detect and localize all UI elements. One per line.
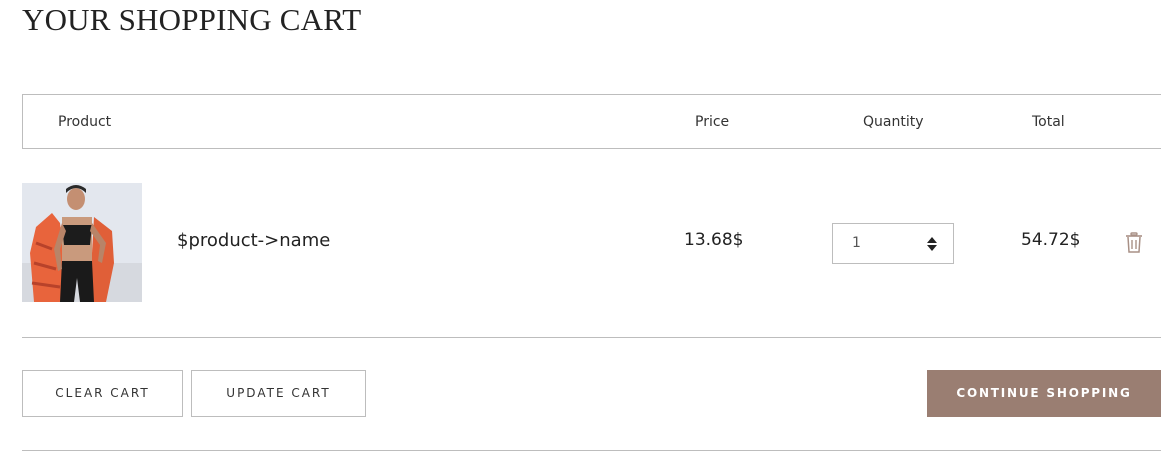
quantity-arrows[interactable] (926, 236, 938, 252)
row-total: 54.72$ (1021, 230, 1081, 250)
page-title: YOUR SHOPPING CART (22, 2, 362, 37)
update-cart-button[interactable]: UPDATE CART (191, 370, 366, 417)
trash-icon[interactable] (1125, 232, 1143, 254)
clear-cart-button[interactable]: CLEAR CART (22, 370, 183, 417)
table-header: Product Price Quantity Total (22, 94, 1161, 149)
column-header-quantity: Quantity (863, 114, 924, 130)
product-price: 13.68$ (684, 230, 744, 250)
column-header-product: Product (58, 114, 112, 130)
quantity-value[interactable]: 1 (852, 235, 861, 251)
cart-table: Product Price Quantity Total $product->n… (22, 94, 1161, 338)
chevron-up-icon[interactable] (927, 237, 937, 243)
table-row: $product->name 13.68$ 1 54.72$ (22, 150, 1161, 338)
product-name[interactable]: $product->name (177, 230, 330, 251)
product-photo-icon (22, 183, 142, 302)
continue-shopping-button[interactable]: CONTINUE SHOPPING (927, 370, 1161, 417)
column-header-price: Price (695, 114, 730, 130)
column-header-total: Total (1032, 114, 1065, 130)
chevron-down-icon[interactable] (927, 245, 937, 251)
product-image[interactable] (22, 183, 142, 302)
quantity-stepper[interactable]: 1 (832, 223, 954, 264)
